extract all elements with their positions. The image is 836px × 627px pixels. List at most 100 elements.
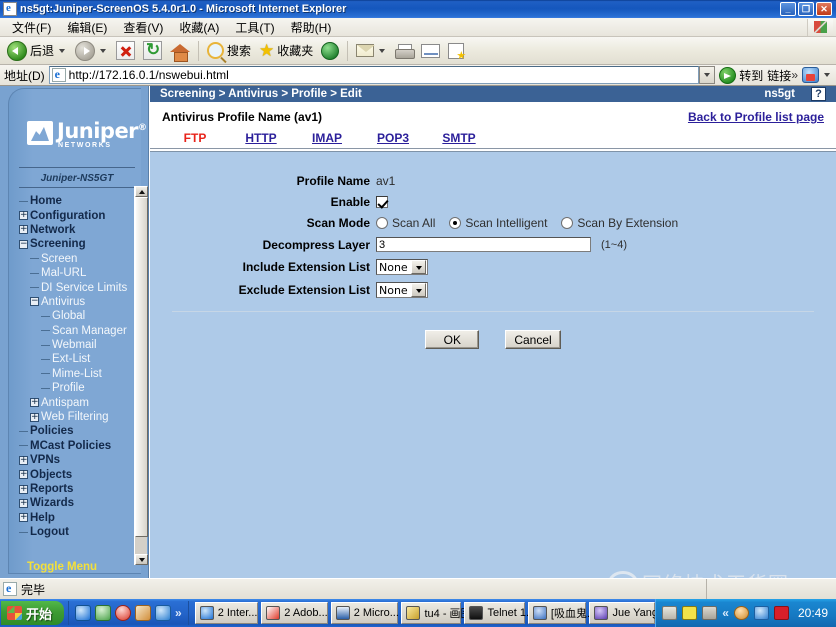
close-button[interactable]: ✕ <box>816 2 832 16</box>
tray-expand-icon[interactable]: « <box>722 606 729 620</box>
tray-sync-icon[interactable] <box>753 606 769 620</box>
sidebar-item-wizards[interactable]: + Wizards <box>19 496 125 510</box>
tab-ftp[interactable]: FTP <box>162 131 228 145</box>
stop-button[interactable] <box>112 39 139 63</box>
back-to-profile-list-link[interactable]: Back to Profile list page <box>688 110 824 124</box>
ok-button[interactable]: OK <box>425 330 480 349</box>
include-extension-select[interactable]: None <box>376 259 428 275</box>
radio-scan-all[interactable] <box>376 217 388 229</box>
exclude-extension-select[interactable]: None <box>376 282 428 298</box>
collapse-icon[interactable]: − <box>19 239 28 249</box>
expand-icon[interactable]: + <box>30 398 39 408</box>
discuss-button[interactable] <box>444 39 468 63</box>
tray-qq-icon[interactable] <box>733 606 749 620</box>
menu-edit[interactable]: 编辑(E) <box>59 18 115 37</box>
restore-button[interactable]: ❐ <box>798 2 814 16</box>
tab-smtp[interactable]: SMTP <box>426 131 492 145</box>
taskbar-task[interactable]: Jue Yang... <box>589 602 656 624</box>
expand-icon[interactable]: + <box>30 412 39 422</box>
sidebar-item-global[interactable]: Global <box>19 309 125 323</box>
sidebar-item-mal-url[interactable]: Mal-URL <box>19 266 125 280</box>
sidebar-item-help[interactable]: + Help <box>19 511 125 525</box>
taskbar-task[interactable]: [吸血鬼... <box>527 602 596 624</box>
media-button[interactable] <box>317 39 343 63</box>
sidebar-item-policies[interactable]: Policies <box>19 424 125 438</box>
mail-button[interactable] <box>352 39 391 63</box>
print-button[interactable] <box>391 39 417 63</box>
sidebar-item-vpns[interactable]: + VPNs <box>19 453 125 467</box>
sidebar-item-screening[interactable]: − Screening <box>19 237 125 251</box>
tab-pop3[interactable]: POP3 <box>360 131 426 145</box>
favorites-button[interactable]: ★ 收藏夹 <box>255 39 317 63</box>
quicklaunch-msn-icon[interactable] <box>95 605 112 621</box>
sidebar-item-objects[interactable]: + Objects <box>19 467 125 481</box>
refresh-button[interactable] <box>139 39 166 63</box>
quicklaunch-opera-icon[interactable] <box>115 605 132 621</box>
sidebar-item-ext-list[interactable]: Ext-List <box>19 352 125 366</box>
sidebar-item-profile[interactable]: Profile <box>19 381 125 395</box>
sidebar-item-di-service-limits[interactable]: DI Service Limits <box>19 280 127 294</box>
decompress-layer-input[interactable]: 3 <box>376 237 591 252</box>
sidebar-item-mime-list[interactable]: Mime-List <box>19 367 125 381</box>
expand-icon[interactable]: + <box>19 513 28 523</box>
chevron-down-icon[interactable] <box>59 48 66 53</box>
quicklaunch-ie-icon[interactable] <box>75 605 92 621</box>
scroll-down-button[interactable] <box>135 554 148 565</box>
chevron-down-icon[interactable] <box>411 283 426 297</box>
sidebar-item-screen[interactable]: Screen <box>19 252 125 266</box>
quicklaunch-foxmail-icon[interactable] <box>135 605 152 621</box>
expand-icon[interactable]: + <box>19 211 28 221</box>
expand-icon[interactable]: + <box>19 498 28 508</box>
address-dropdown-button[interactable] <box>699 66 716 84</box>
search-button[interactable]: 搜索 <box>203 39 255 63</box>
clock[interactable]: 20:49 <box>794 606 832 620</box>
expand-icon[interactable]: + <box>19 470 28 480</box>
scroll-up-button[interactable] <box>135 186 148 197</box>
radio-scan-by-extension[interactable] <box>561 217 574 229</box>
taskbar-task[interactable]: Telnet 1... <box>464 602 535 624</box>
sidebar-item-network[interactable]: + Network <box>19 223 125 237</box>
sidebar-item-mcast-policies[interactable]: MCast Policies <box>19 439 125 453</box>
sidebar-item-web-filtering[interactable]: + Web Filtering <box>19 410 125 424</box>
nav-scrollbar[interactable] <box>134 186 148 565</box>
expand-icon[interactable]: + <box>19 455 28 465</box>
taskbar-task[interactable]: tu4 - 画图 <box>401 602 472 624</box>
expand-icon[interactable]: + <box>19 484 28 494</box>
taskbar-task[interactable]: 2 Micro... <box>330 602 411 624</box>
sidebar-item-logout[interactable]: Logout <box>19 525 125 539</box>
tab-http[interactable]: HTTP <box>228 131 294 145</box>
start-button[interactable]: 开始 <box>1 601 65 625</box>
taskbar-task[interactable]: 2 Inter... <box>194 602 270 624</box>
quicklaunch-overflow-icon[interactable]: » <box>175 606 182 620</box>
tray-kaspersky-icon[interactable] <box>773 606 789 620</box>
back-button[interactable]: 后退 <box>3 39 71 63</box>
tray-help-icon[interactable] <box>682 606 698 620</box>
chevron-down-icon[interactable] <box>411 260 426 274</box>
sidebar-item-home[interactable]: Home <box>19 194 125 208</box>
menu-favorites[interactable]: 收藏(A) <box>171 18 227 37</box>
msn-toolbar-button[interactable] <box>798 67 836 83</box>
sidebar-item-scan-manager[interactable]: Scan Manager <box>19 324 127 338</box>
edit-button[interactable] <box>417 39 444 63</box>
scrollbar-thumb[interactable] <box>135 197 148 537</box>
tray-keyboard-icon[interactable] <box>662 606 678 620</box>
enable-checkbox[interactable] <box>376 196 388 208</box>
menu-file[interactable]: 文件(F) <box>4 18 59 37</box>
tray-network-icon[interactable] <box>702 606 718 620</box>
tab-imap[interactable]: IMAP <box>294 131 360 145</box>
chevron-down-icon[interactable] <box>100 48 107 53</box>
cancel-button[interactable]: Cancel <box>505 330 561 349</box>
minimize-button[interactable]: _ <box>780 2 796 16</box>
address-input[interactable]: http://172.16.0.1/nswebui.html <box>48 66 700 84</box>
quicklaunch-app-icon[interactable] <box>155 605 172 621</box>
taskbar-task[interactable]: 2 Adob... <box>261 602 340 624</box>
links-button[interactable]: 链接 <box>767 67 791 84</box>
menu-help[interactable]: 帮助(H) <box>283 18 340 37</box>
sidebar-item-antivirus[interactable]: − Antivirus <box>19 295 125 309</box>
sidebar-item-antispam[interactable]: + Antispam <box>19 395 125 409</box>
menu-tools[interactable]: 工具(T) <box>227 18 282 37</box>
radio-scan-intelligent[interactable] <box>449 217 462 229</box>
sidebar-item-webmail[interactable]: Webmail <box>19 338 125 352</box>
sidebar-item-reports[interactable]: + Reports <box>19 482 125 496</box>
chevron-down-icon[interactable] <box>379 48 386 53</box>
